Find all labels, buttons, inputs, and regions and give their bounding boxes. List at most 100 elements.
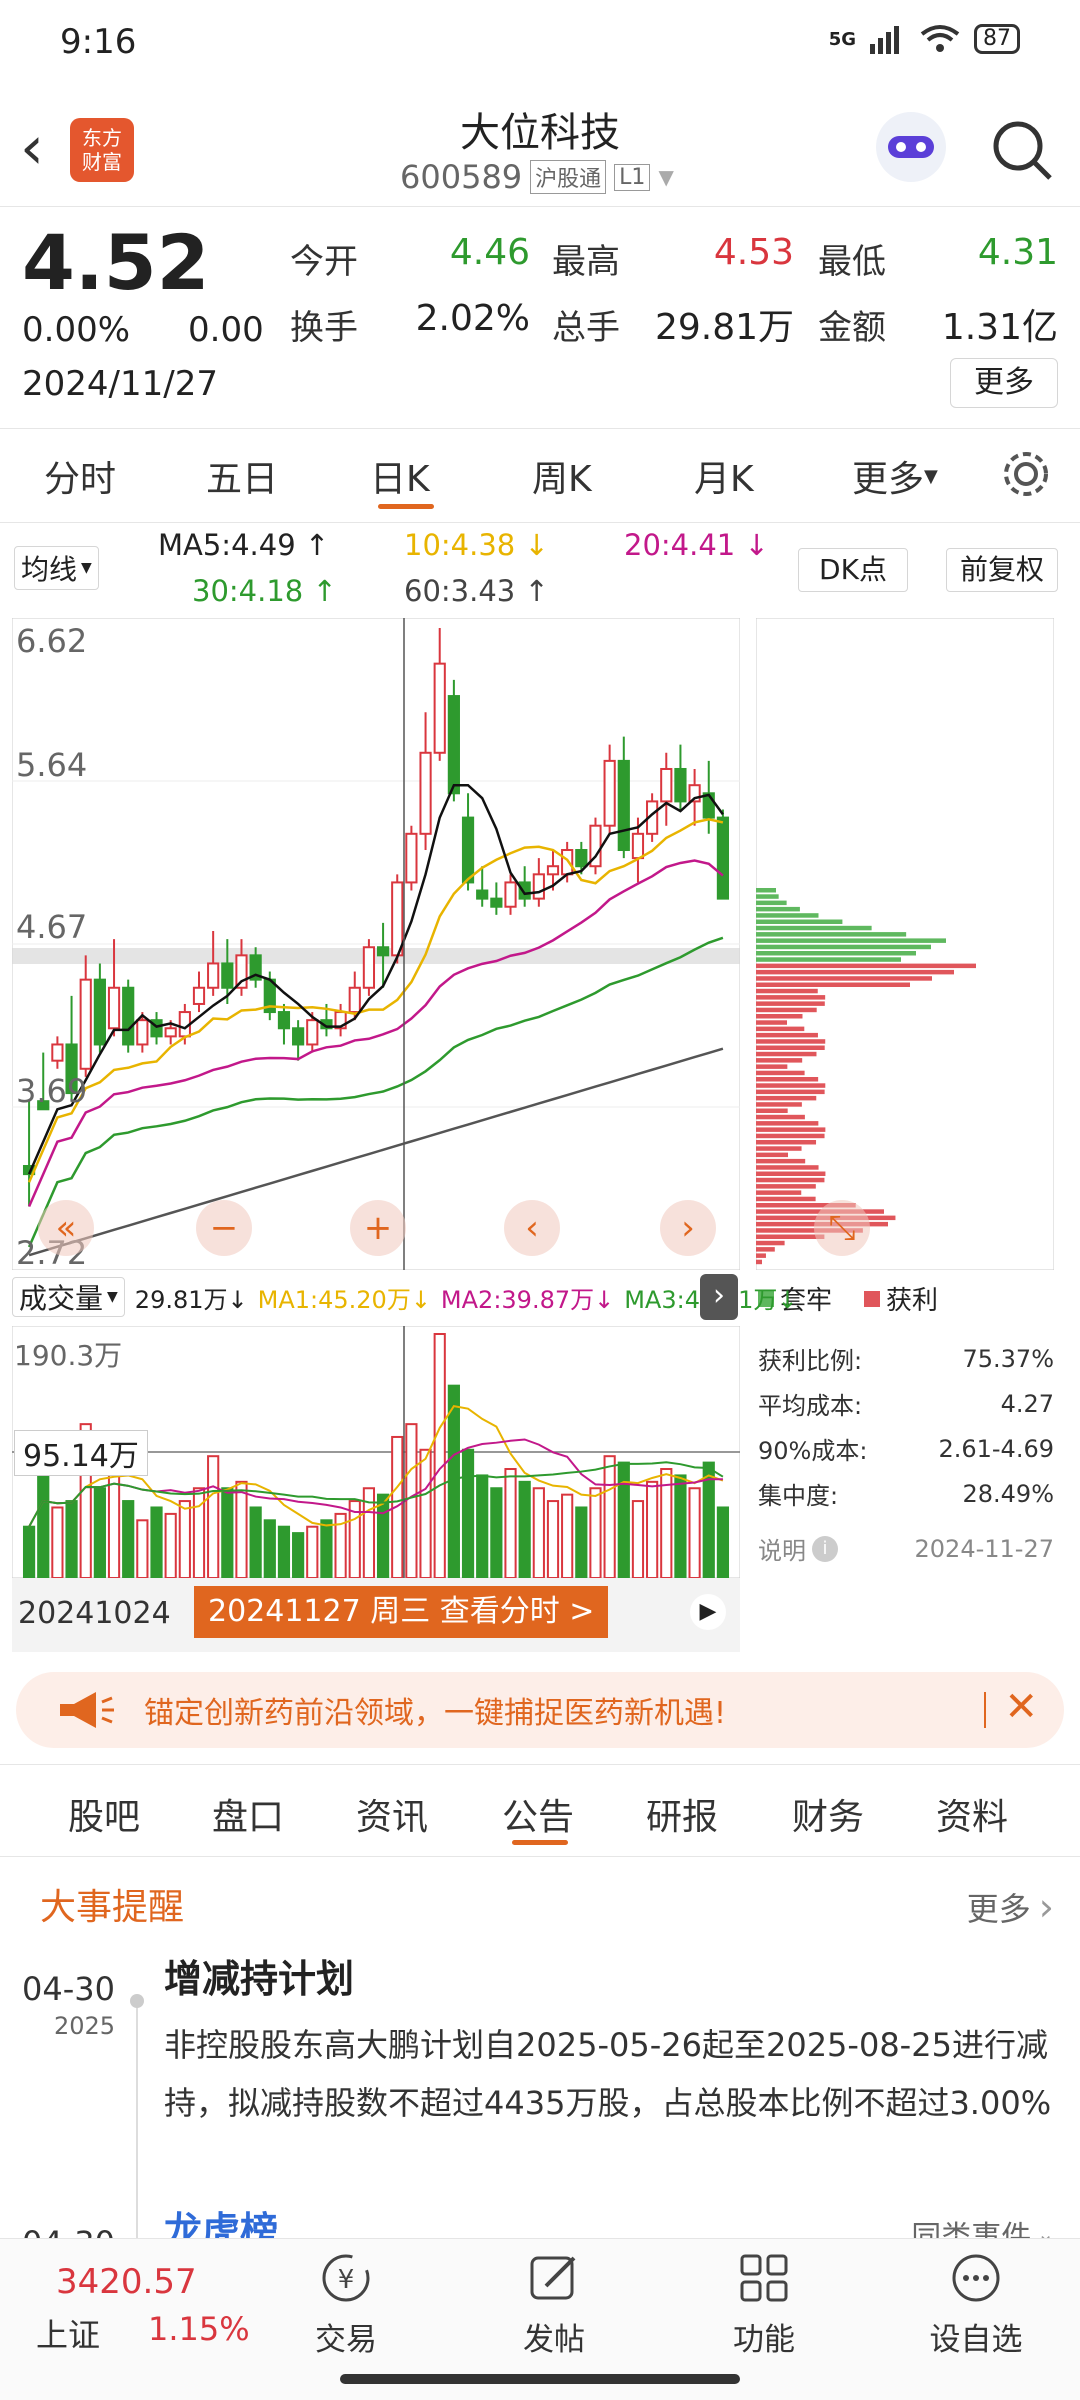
chip-bar bbox=[756, 1184, 816, 1189]
svg-text:¥: ¥ bbox=[338, 2265, 355, 2295]
index-name: 上证 bbox=[36, 2316, 101, 2354]
volume-bar bbox=[433, 1333, 446, 1578]
candle-body bbox=[376, 946, 390, 957]
chip-date: 2024-11-27 bbox=[914, 1534, 1054, 1563]
candle-body bbox=[447, 695, 460, 795]
tab-monthly-k[interactable]: 月K bbox=[694, 450, 754, 502]
event1-body: 非控股股东高大鹏计划自2025-05-26起至2025-08-25进行减持，拟减… bbox=[164, 2026, 1052, 2122]
zoom-out-button[interactable]: − bbox=[196, 1200, 252, 1256]
volume-selector[interactable]: 成交量 ▼ bbox=[12, 1277, 125, 1317]
price-tick-1: 6.62 bbox=[16, 622, 88, 660]
candle-body bbox=[362, 946, 376, 989]
tab-five-day[interactable]: 五日 bbox=[206, 450, 278, 502]
tab-timeshare[interactable]: 分时 bbox=[44, 450, 116, 502]
chip-bar bbox=[756, 944, 931, 950]
caret-down-icon: ▼ bbox=[81, 560, 92, 576]
ma-selector[interactable]: 均线 ▼ bbox=[14, 546, 99, 590]
chip-bar bbox=[756, 1171, 826, 1176]
high-label: 最高 bbox=[552, 242, 620, 282]
dk-point-button[interactable]: DK点 bbox=[798, 548, 908, 592]
index-change: 1.15% bbox=[148, 2310, 250, 2348]
scroll-right-button[interactable]: › bbox=[660, 1200, 716, 1256]
chip-bar bbox=[756, 1001, 825, 1006]
tab-weekly-k[interactable]: 周K bbox=[532, 450, 592, 502]
amount-label: 金额 bbox=[818, 308, 886, 348]
volume-bar bbox=[617, 1461, 630, 1578]
stock-code-row[interactable]: 600589 沪股通 L1 ▼ bbox=[400, 158, 674, 196]
nav-functions[interactable]: 功能 bbox=[694, 2252, 834, 2359]
chip-bar bbox=[756, 919, 843, 924]
selected-date-button[interactable]: 20241127 周三 查看分时 > bbox=[194, 1586, 609, 1638]
play-icon[interactable]: ▶ bbox=[690, 1594, 726, 1630]
chip-bar bbox=[756, 982, 910, 987]
tab-finance[interactable]: 财务 bbox=[792, 1788, 864, 1840]
yen-cycle-icon: ¥ bbox=[322, 2254, 370, 2302]
tab-pankou[interactable]: 盘口 bbox=[212, 1788, 284, 1840]
gear-icon[interactable] bbox=[1000, 448, 1052, 500]
event1-title[interactable]: 增减持计划 bbox=[164, 1948, 354, 2003]
volume-bar bbox=[461, 1448, 475, 1578]
caret-down-icon: ▼ bbox=[107, 1289, 118, 1305]
volume-bar bbox=[320, 1519, 333, 1578]
ma60-text: 60:3.43 bbox=[404, 574, 516, 608]
chip-explain-label: 说明 bbox=[758, 1537, 806, 1565]
volume-bar bbox=[65, 1500, 78, 1578]
grid-icon bbox=[740, 2254, 788, 2302]
events-more[interactable]: 更多 › bbox=[967, 1884, 1054, 1930]
promo-banner[interactable]: 锚定创新药前沿领域，一键捕捉医药新机遇! ✕ bbox=[16, 1672, 1064, 1748]
adjust-button[interactable]: 前复权 bbox=[946, 548, 1058, 592]
low-value: 4.31 bbox=[977, 232, 1058, 273]
scroll-start-button[interactable]: « bbox=[38, 1200, 94, 1256]
chip-bar bbox=[756, 1051, 817, 1057]
more-dots-icon bbox=[952, 2254, 1000, 2302]
tab-daily-k[interactable]: 日K bbox=[370, 450, 430, 502]
events-title: 大事提醒 bbox=[40, 1887, 185, 1928]
chevron-down-icon: ▼ bbox=[658, 165, 674, 189]
kline-chart[interactable] bbox=[12, 618, 740, 1270]
search-icon[interactable] bbox=[990, 118, 1054, 182]
volume-bar bbox=[122, 1500, 135, 1578]
volume-bar bbox=[235, 1480, 248, 1578]
banner-text: 锚定创新药前沿领域，一键捕捉医药新机遇! bbox=[144, 1696, 727, 1731]
tab-research[interactable]: 研报 bbox=[646, 1788, 718, 1840]
volume-bar bbox=[306, 1525, 319, 1578]
chip-bar bbox=[756, 925, 872, 931]
zoom-in-button[interactable]: + bbox=[350, 1200, 406, 1256]
collapse-chip-button[interactable]: › bbox=[700, 1274, 738, 1320]
tab-announcements[interactable]: 公告 bbox=[502, 1788, 574, 1840]
expand-icon[interactable]: ⤡ bbox=[814, 1200, 870, 1256]
chip-bar bbox=[756, 1095, 817, 1101]
chip-explain[interactable]: 说明 i bbox=[758, 1531, 838, 1566]
tab-more-label: 更多 bbox=[852, 459, 925, 500]
date-start: 20241024 bbox=[18, 1596, 171, 1631]
close-icon[interactable]: ✕ bbox=[1004, 1684, 1038, 1730]
chip-stat-value: 28.49% bbox=[962, 1479, 1054, 1508]
vol-ma1-text: MA1:45.20万 bbox=[257, 1285, 411, 1314]
chip-bar bbox=[756, 1026, 805, 1032]
tab-guba[interactable]: 股吧 bbox=[68, 1788, 140, 1840]
volume-bar bbox=[631, 1500, 645, 1578]
more-quote-button[interactable]: 更多 bbox=[950, 358, 1058, 408]
tab-profile[interactable]: 资料 bbox=[936, 1788, 1008, 1840]
volume-bar bbox=[603, 1455, 616, 1578]
nav-add-watchlist[interactable]: 设自选 bbox=[906, 2252, 1046, 2359]
robot-assistant-icon[interactable] bbox=[876, 112, 946, 182]
tab-more[interactable]: 更多 ▼ bbox=[852, 450, 938, 502]
open-label: 今开 bbox=[290, 242, 358, 282]
candle-body bbox=[122, 986, 135, 1046]
volume-bar bbox=[51, 1506, 64, 1578]
volume-bar bbox=[490, 1487, 503, 1578]
chip-bar bbox=[756, 1108, 788, 1113]
nav-post[interactable]: 发帖 bbox=[484, 2252, 624, 2359]
nav-trade[interactable]: ¥ 交易 bbox=[276, 2252, 416, 2359]
info-icon: i bbox=[812, 1535, 838, 1562]
status-time: 9:16 bbox=[60, 22, 137, 62]
candle-body bbox=[660, 767, 673, 803]
scroll-left-button[interactable]: ‹ bbox=[504, 1200, 560, 1256]
active-tab-indicator bbox=[512, 1840, 568, 1845]
tab-news[interactable]: 资讯 bbox=[356, 1788, 428, 1840]
index-value[interactable]: 3420.57 bbox=[56, 2262, 197, 2302]
volume-bar bbox=[447, 1384, 460, 1578]
volume-bar bbox=[292, 1532, 305, 1578]
chip-bar bbox=[756, 1140, 817, 1145]
